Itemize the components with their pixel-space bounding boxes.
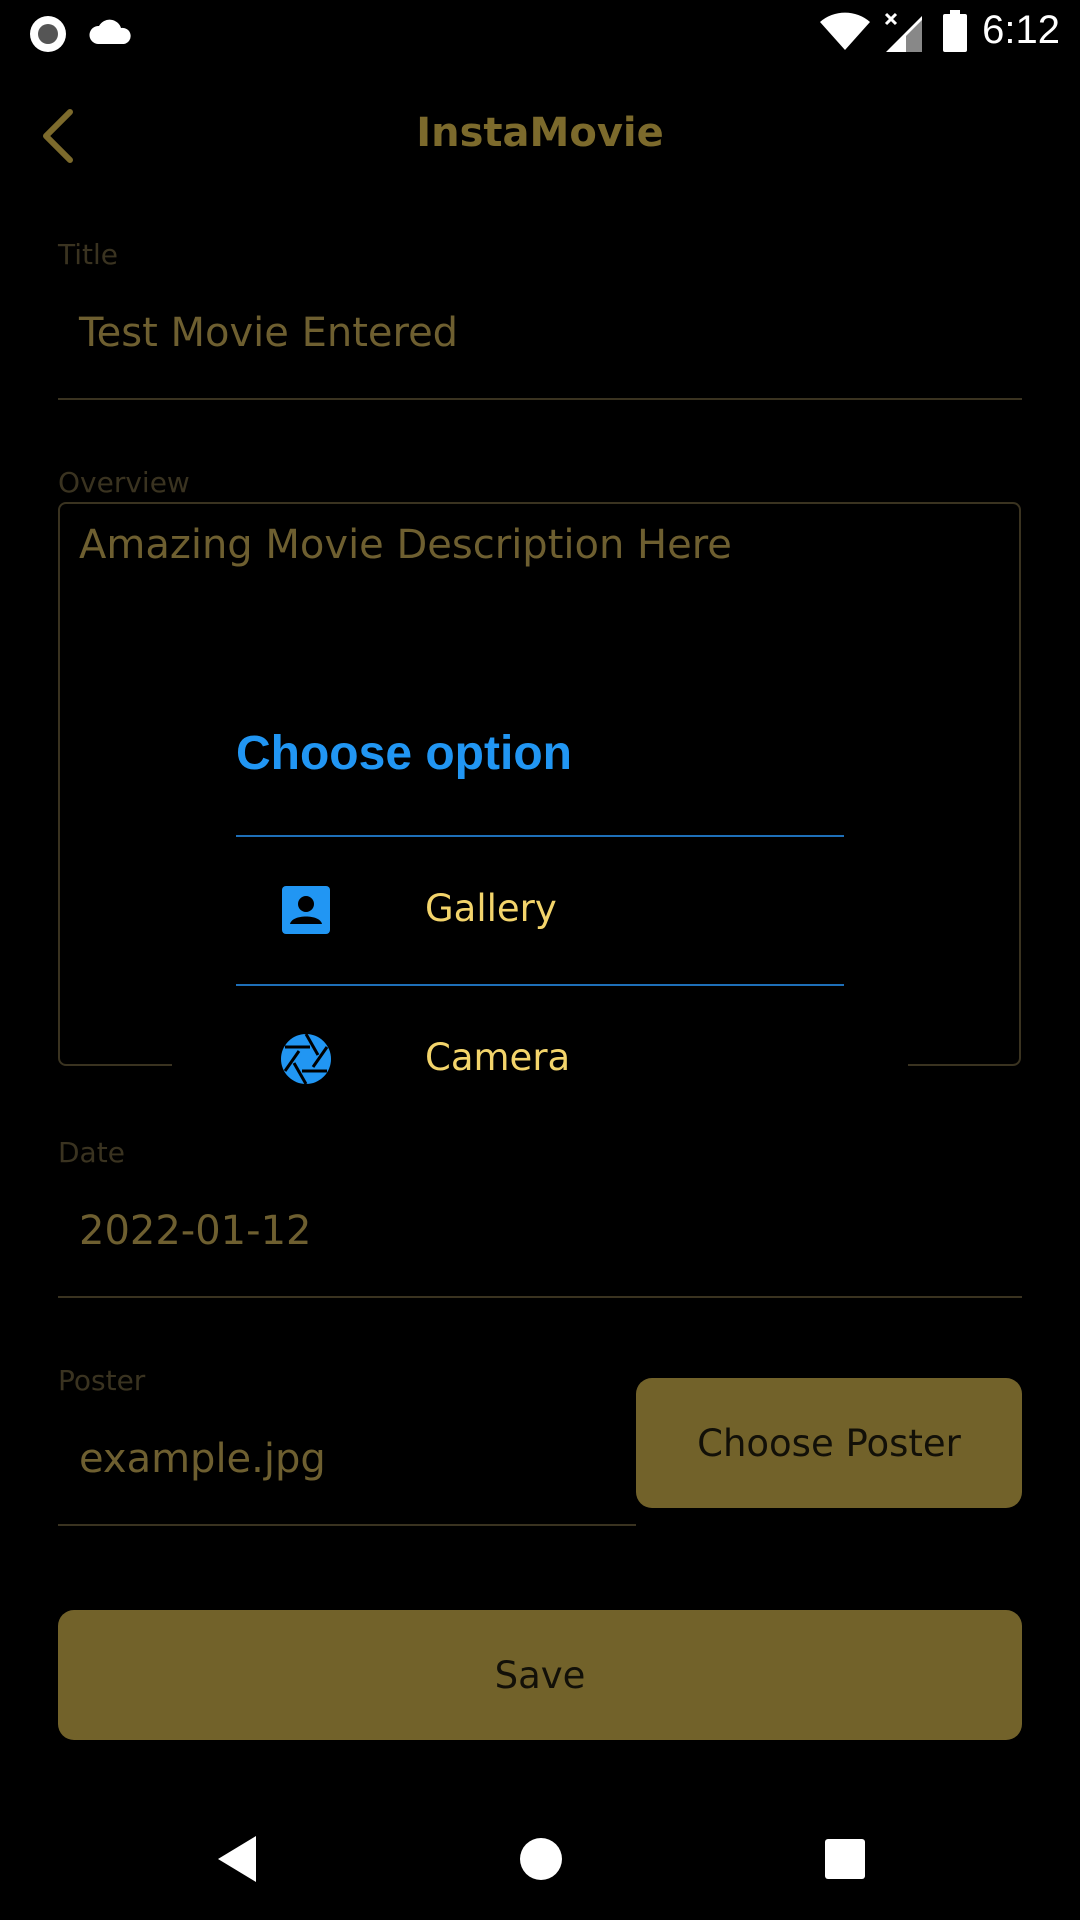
- signal-icon: [884, 12, 922, 52]
- camera-shutter-icon: [281, 1033, 331, 1085]
- app-bar: InstaMovie: [0, 90, 1080, 180]
- cloud-icon: [89, 19, 131, 44]
- record-icon: [30, 16, 66, 52]
- dialog-option-label: Camera: [425, 1036, 571, 1079]
- overview-label: Overview: [58, 466, 190, 499]
- title-label: Title: [58, 238, 119, 271]
- dialog-title: Choose option: [236, 727, 572, 780]
- dialog-option-gallery[interactable]: Gallery: [236, 837, 844, 983]
- poster-underline: [58, 1524, 636, 1526]
- navigation-bar: [0, 1800, 1080, 1920]
- choose-option-dialog: Choose option Gallery Camera: [172, 690, 908, 1090]
- dialog-option-camera[interactable]: Camera: [236, 986, 844, 1132]
- dialog-option-label: Gallery: [425, 887, 557, 930]
- title-underline: [58, 398, 1022, 400]
- poster-input[interactable]: example.jpg: [79, 1436, 326, 1482]
- nav-home-icon[interactable]: [518, 1836, 564, 1882]
- nav-recents-icon[interactable]: [824, 1838, 866, 1880]
- poster-label: Poster: [58, 1364, 146, 1397]
- nav-back-icon[interactable]: [214, 1832, 262, 1886]
- choose-poster-button[interactable]: Choose Poster: [636, 1378, 1022, 1508]
- date-label: Date: [58, 1136, 125, 1169]
- date-underline: [58, 1296, 1022, 1298]
- save-button[interactable]: Save: [58, 1610, 1022, 1740]
- status-bar: 6:12: [0, 0, 1080, 66]
- contact-portrait-icon: [282, 886, 330, 934]
- title-input[interactable]: Test Movie Entered: [79, 310, 458, 356]
- app-title: InstaMovie: [416, 110, 664, 156]
- wifi-icon: [820, 12, 870, 50]
- status-time: 6:12: [982, 8, 1060, 52]
- battery-icon: [943, 10, 967, 52]
- overview-value: Amazing Movie Description Here: [79, 522, 732, 568]
- date-input[interactable]: 2022-01-12: [79, 1208, 311, 1254]
